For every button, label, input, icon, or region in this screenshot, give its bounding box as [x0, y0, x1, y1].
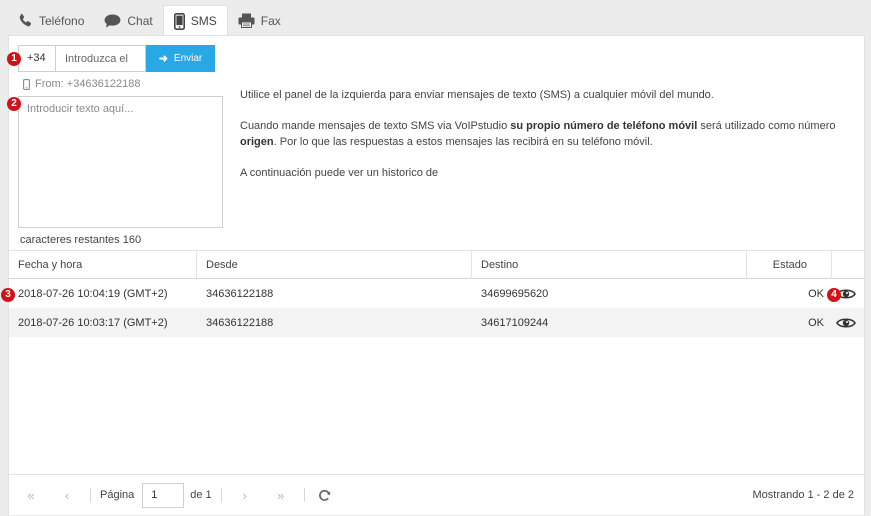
first-page-icon[interactable]: « [13, 488, 49, 503]
pagination-bar: « ‹ Página de 1 › » Mostrando 1 - 2 de 2 [9, 474, 864, 515]
cell-to: 34699695620 [481, 287, 549, 300]
send-button[interactable]: ➜ Enviar [146, 45, 215, 72]
tab-label: SMS [190, 14, 217, 28]
view-icon[interactable] [832, 317, 864, 329]
cell-to: 34617109244 [481, 316, 549, 329]
tab-fax[interactable]: Fax [228, 5, 291, 36]
cell-datetime: 2018-07-26 10:04:19 (GMT+2) [18, 287, 168, 300]
page-total: de 1 [190, 489, 212, 501]
table-header: Fecha y hora Desde Destino Estado [9, 250, 864, 279]
app-frame: Teléfono Chat SMS Fax +34 Introduzca el … [0, 0, 871, 516]
last-page-icon[interactable]: » [263, 488, 299, 503]
callout-marker: 4 [827, 288, 841, 302]
page-number-input[interactable] [142, 482, 185, 508]
phone-number-input[interactable] [56, 45, 146, 72]
cell-status: OK [808, 287, 824, 300]
cell-status: OK [808, 316, 824, 329]
column-header-from[interactable]: Desde [197, 251, 472, 279]
column-header-datetime[interactable]: Fecha y hora [9, 251, 197, 279]
chat-bubble-icon [104, 13, 121, 28]
callout-marker: 3 [1, 288, 15, 302]
callout-marker: 2 [7, 97, 21, 111]
sms-panel: +34 ➜ Enviar From: +34636122188 caracter… [8, 35, 865, 515]
results-summary: Mostrando 1 - 2 de 2 [752, 489, 854, 501]
phone-icon [18, 13, 33, 28]
next-page-icon[interactable]: › [227, 488, 263, 503]
previous-page-icon[interactable]: ‹ [49, 488, 85, 503]
divider [303, 488, 305, 502]
column-header-to[interactable]: Destino [472, 251, 747, 279]
info-paragraph-2: Cuando mande mensajes de texto SMS via V… [240, 120, 836, 148]
info-paragraph-3: A continuación puede ver un historico de [240, 167, 439, 179]
table-row[interactable]: 2018-07-26 10:04:19 (GMT+2) 34636122188 … [9, 279, 864, 308]
phone-row: +34 ➜ Enviar [18, 45, 233, 72]
from-number: From: +34636122188 [18, 77, 233, 91]
cell-from: 34636122188 [206, 287, 274, 300]
table-row[interactable]: 2018-07-26 10:03:17 (GMT+2) 34636122188 … [9, 308, 864, 337]
tab-label: Teléfono [39, 13, 85, 28]
info-paragraph-1: Utilice el panel de la izquierda para en… [240, 89, 714, 101]
message-textarea[interactable] [18, 96, 223, 228]
page-label: Página [100, 489, 135, 501]
tab-sms[interactable]: SMS [162, 5, 228, 36]
from-label: From: +34636122188 [35, 78, 141, 90]
divider [220, 488, 222, 502]
refresh-icon[interactable] [318, 489, 331, 502]
mobile-phone-icon [173, 12, 185, 30]
tab-telefono[interactable]: Teléfono [8, 5, 94, 36]
cell-datetime: 2018-07-26 10:03:17 (GMT+2) [18, 316, 168, 329]
tab-label: Fax [260, 13, 281, 28]
mobile-phone-icon [23, 78, 30, 90]
callout-marker: 1 [7, 52, 21, 66]
column-header-status[interactable]: Estado [747, 251, 832, 279]
country-prefix-field[interactable]: +34 [18, 45, 56, 72]
cell-from: 34636122188 [206, 316, 274, 329]
remaining-characters: caracteres restantes 160 [20, 234, 142, 246]
printer-icon [238, 13, 255, 28]
tab-label: Chat [127, 13, 153, 28]
tab-chat[interactable]: Chat [94, 5, 162, 36]
send-button-label: Enviar [173, 53, 203, 64]
sms-form: +34 ➜ Enviar From: +34636122188 caracter… [18, 45, 233, 246]
divider [90, 488, 91, 502]
sms-history-table: Fecha y hora Desde Destino Estado 2018-0… [9, 250, 864, 337]
tab-bar: Teléfono Chat SMS Fax [8, 5, 291, 36]
info-text: Utilice el panel de la izquierda para en… [240, 87, 840, 196]
arrow-right-icon: ➜ [158, 53, 168, 65]
column-header-actions [832, 251, 864, 279]
